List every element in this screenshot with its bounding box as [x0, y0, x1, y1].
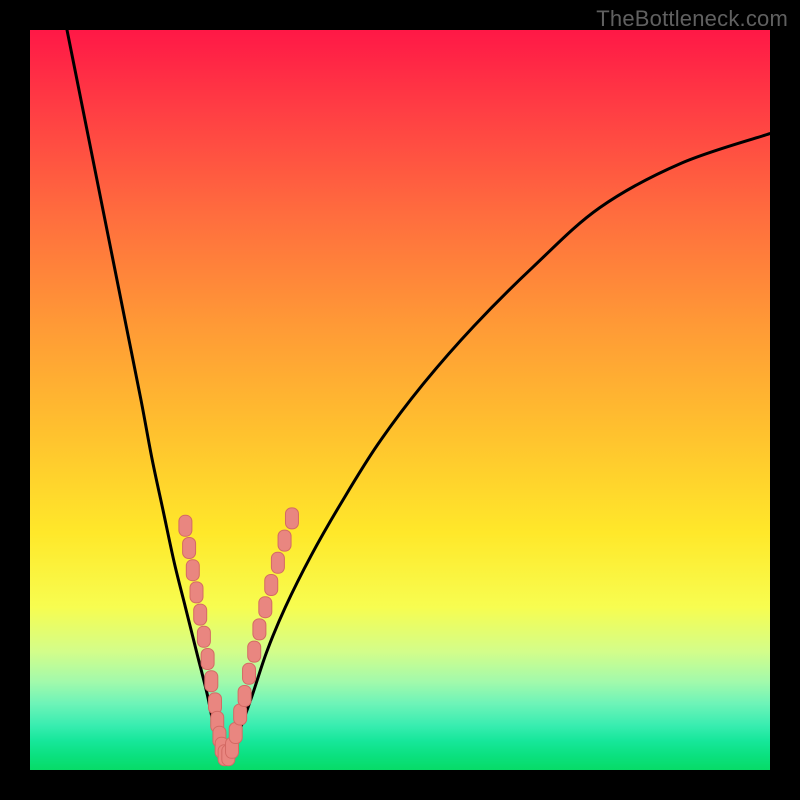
data-marker: [265, 575, 278, 596]
chart-frame: TheBottleneck.com: [0, 0, 800, 800]
data-marker: [186, 560, 199, 581]
data-marker: [259, 597, 272, 618]
data-markers: [179, 508, 299, 766]
data-marker: [238, 686, 251, 707]
bottleneck-curve: [67, 30, 770, 757]
curve-overlay: [30, 30, 770, 770]
data-marker: [205, 671, 218, 692]
data-marker: [209, 693, 222, 714]
data-marker: [229, 723, 242, 744]
bottleneck-curve-path: [67, 30, 770, 757]
data-marker: [197, 626, 210, 647]
data-marker: [278, 530, 291, 551]
data-marker: [190, 582, 203, 603]
data-marker: [271, 552, 284, 573]
data-marker: [234, 704, 247, 725]
data-marker: [194, 604, 207, 625]
data-marker: [285, 508, 298, 529]
data-marker: [201, 649, 214, 670]
watermark-text: TheBottleneck.com: [596, 6, 788, 32]
data-marker: [248, 641, 261, 662]
data-marker: [183, 538, 196, 559]
data-marker: [253, 619, 266, 640]
plot-area: [30, 30, 770, 770]
data-marker: [243, 663, 256, 684]
data-marker: [179, 515, 192, 536]
